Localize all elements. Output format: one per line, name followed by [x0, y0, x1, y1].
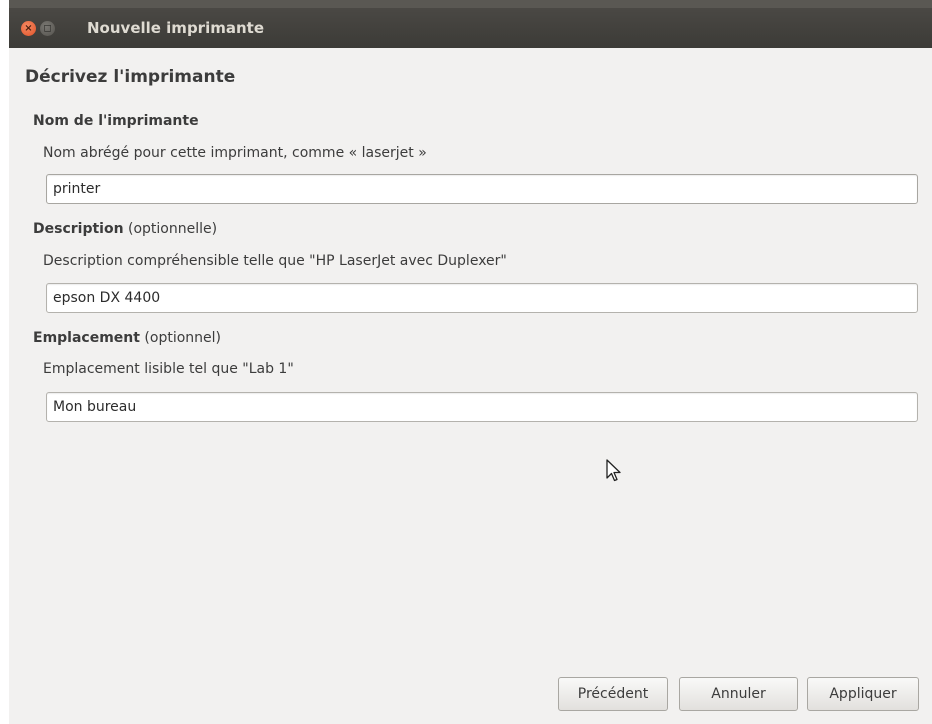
description-field[interactable] [46, 283, 918, 313]
previous-button[interactable]: Précédent [558, 677, 668, 711]
apply-button[interactable]: Appliquer [807, 677, 919, 711]
location-label: Emplacement [33, 330, 140, 346]
location-section-label: Emplacement (optionnel) [33, 330, 221, 346]
mouse-pointer-icon [606, 459, 621, 482]
location-optional-label: (optionnel) [144, 330, 221, 346]
page-title: Décrivez l'imprimante [25, 67, 236, 87]
dialog-window: × ◻ Nouvelle imprimante Décrivez l'impri… [9, 0, 932, 724]
location-hint: Emplacement lisible tel que "Lab 1" [43, 361, 294, 377]
description-optional-label: (optionnelle) [128, 221, 218, 237]
description-section-label: Description (optionnelle) [33, 221, 217, 237]
description-hint: Description compréhensible telle que "HP… [43, 253, 507, 269]
location-field[interactable] [46, 392, 918, 422]
printer-name-field[interactable] [46, 174, 918, 204]
window-title: Nouvelle imprimante [87, 19, 264, 37]
close-icon[interactable]: × [21, 21, 36, 36]
desktop-strip [9, 0, 932, 8]
cancel-button[interactable]: Annuler [679, 677, 798, 711]
name-label: Nom de l'imprimante [33, 113, 199, 129]
maximize-icon[interactable]: ◻ [40, 21, 55, 36]
name-hint: Nom abrégé pour cette imprimant, comme «… [43, 145, 427, 161]
description-label: Description [33, 221, 124, 237]
name-section-label: Nom de l'imprimante [33, 113, 199, 129]
